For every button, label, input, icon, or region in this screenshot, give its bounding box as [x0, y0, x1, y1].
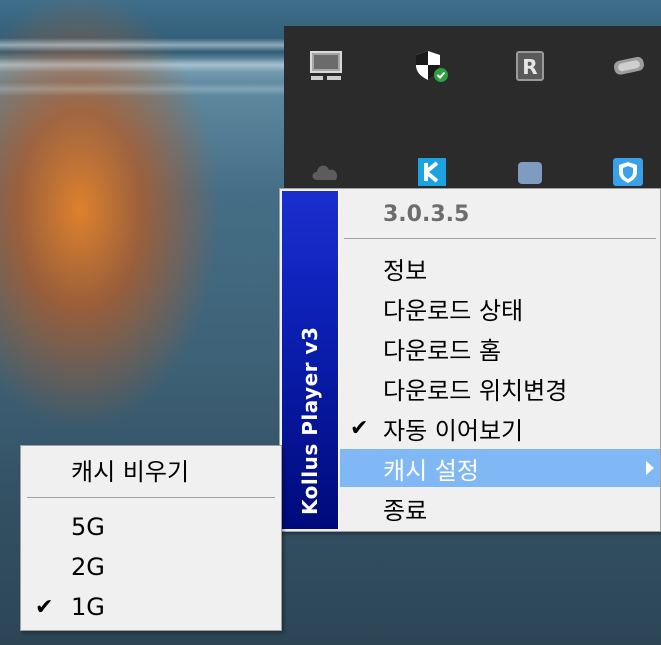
menu-item-label: 다운로드 홈	[383, 336, 502, 365]
checkmark-icon: ✔	[35, 594, 54, 620]
app-blue-icon[interactable]	[508, 148, 552, 192]
menu-version: 3.0.3.5	[340, 195, 660, 233]
menu-item-label: 자동 이어보기	[383, 416, 524, 445]
cache-settings-submenu: 캐시 비우기 5G 2G ✔ 1G	[20, 445, 282, 631]
menu-item-download-home[interactable]: 다운로드 홈	[340, 329, 660, 367]
sidebar-title: Kollus Player v3	[298, 326, 322, 515]
menu-item-label: 다운로드 상태	[383, 296, 524, 325]
menu-item-auto-resume[interactable]: ✔ 자동 이어보기	[340, 409, 660, 447]
submenu-item-5g[interactable]: 5G	[23, 508, 279, 546]
checkmark-icon: ✔	[350, 415, 369, 441]
menu-item-label: 캐시 설정	[383, 456, 479, 485]
menu-item-change-download-location[interactable]: 다운로드 위치변경	[340, 369, 660, 407]
submenu-separator	[27, 497, 275, 498]
menu-item-exit[interactable]: 종료	[340, 489, 660, 527]
submenu-arrow-icon	[646, 461, 654, 475]
menu-item-label: 다운로드 위치변경	[383, 376, 568, 405]
version-label: 3.0.3.5	[383, 201, 470, 227]
submenu-item-clear-cache[interactable]: 캐시 비우기	[23, 450, 279, 488]
submenu-item-label: 2G	[71, 553, 105, 581]
security-shield-icon[interactable]	[410, 44, 454, 88]
submenu-item-label: 캐시 비우기	[71, 457, 190, 486]
monitor-icon[interactable]	[304, 44, 348, 88]
submenu-item-2g[interactable]: 2G	[23, 548, 279, 586]
menu-sidebar-banner: Kollus Player v3	[282, 191, 339, 529]
usb-drive-icon[interactable]	[606, 44, 650, 88]
menu-item-download-status[interactable]: 다운로드 상태	[340, 289, 660, 327]
menu-item-label: 종료	[383, 496, 428, 525]
r-app-icon[interactable]: R	[508, 44, 552, 88]
submenu-item-label: 5G	[71, 513, 105, 541]
menu-item-info[interactable]: 정보	[340, 249, 660, 287]
menu-separator	[344, 238, 656, 239]
shield-blue-icon[interactable]	[606, 148, 650, 192]
kollus-k-icon[interactable]	[410, 148, 454, 192]
menu-item-cache-settings[interactable]: 캐시 설정	[340, 449, 660, 487]
submenu-item-label: 1G	[71, 593, 105, 621]
kollus-context-menu: Kollus Player v3 3.0.3.5 정보 다운로드 상태 다운로드…	[279, 188, 661, 532]
submenu-item-1g[interactable]: ✔ 1G	[23, 588, 279, 626]
menu-item-label: 정보	[383, 256, 428, 285]
r-app-letter: R	[522, 55, 537, 79]
cloud-icon[interactable]	[304, 148, 348, 192]
